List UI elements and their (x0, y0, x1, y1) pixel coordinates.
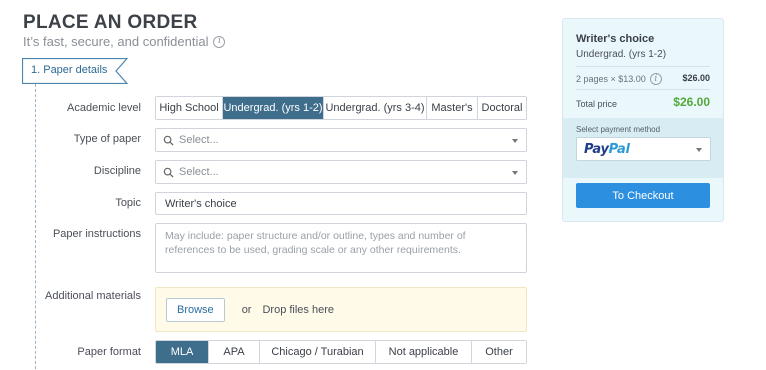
browse-button[interactable]: Browse (166, 297, 225, 322)
discipline-label: Discipline (93, 165, 141, 177)
chevron-down-icon (512, 171, 518, 175)
summary-total-label: Total price (576, 99, 618, 109)
academic-level-option-doctoral[interactable]: Doctoral (478, 97, 526, 119)
academic-level-option-masters[interactable]: Master's (427, 97, 478, 119)
paper-format-option-not-applicable[interactable]: Not applicable (376, 341, 472, 363)
discipline-select[interactable]: Select... (155, 160, 527, 184)
paper-format-option-other[interactable]: Other (472, 341, 526, 363)
info-icon[interactable]: i (213, 35, 226, 48)
step-tab-paper-details[interactable]: 1. Paper details (22, 58, 128, 84)
chevron-down-icon (696, 148, 702, 152)
info-icon[interactable]: i (649, 73, 662, 85)
paper-format-option-mla[interactable]: MLA (156, 341, 209, 363)
payment-method-section: Select payment method PayPal (563, 118, 723, 178)
payment-method-label: Select payment method (576, 125, 661, 134)
topic-input[interactable]: Writer's choice (155, 192, 527, 215)
academic-level-selector: High School Undergrad. (yrs 1-2) Undergr… (155, 96, 527, 120)
summary-divider (576, 66, 710, 67)
academic-level-option-undergrad-3-4[interactable]: Undergrad. (yrs 3-4) (324, 97, 427, 119)
type-of-paper-placeholder: Select... (179, 134, 219, 146)
paper-format-selector: MLA APA Chicago / Turabian Not applicabl… (155, 340, 527, 364)
chevron-down-icon (512, 139, 518, 143)
additional-materials-label: Additional materials (45, 290, 141, 302)
discipline-placeholder: Select... (179, 166, 219, 178)
dropzone-or-text: or (241, 303, 252, 316)
step-label: 1. Paper details (31, 64, 108, 76)
search-icon (163, 135, 174, 146)
topic-label: Topic (115, 197, 141, 209)
file-dropzone[interactable]: Browse or Drop files here (155, 287, 527, 332)
summary-title: Writer's choice (576, 33, 655, 45)
type-of-paper-label: Type of paper (73, 133, 141, 145)
page-subtitle: It’s fast, secure, and confidential i (23, 34, 226, 49)
paper-format-label: Paper format (77, 346, 141, 358)
academic-level-option-high-school[interactable]: High School (156, 97, 223, 119)
summary-academic-level: Undergrad. (yrs 1-2) (576, 49, 667, 60)
summary-pages-text: 2 pages × $13.00 (576, 74, 646, 84)
payment-method-select[interactable]: PayPal (576, 137, 711, 161)
checkout-button[interactable]: To Checkout (576, 183, 710, 208)
summary-total-price: $26.00 (673, 95, 710, 109)
page-title: PLACE AN ORDER (23, 12, 198, 33)
order-summary-card: Writer's choice Undergrad. (yrs 1-2) 2 p… (562, 18, 724, 222)
type-of-paper-select[interactable]: Select... (155, 128, 527, 152)
academic-level-option-undergrad-1-2[interactable]: Undergrad. (yrs 1-2) (223, 97, 324, 119)
page-subtitle-text: It’s fast, secure, and confidential (23, 34, 209, 49)
summary-pages-total: $26.00 (682, 73, 710, 83)
paper-instructions-label: Paper instructions (52, 228, 141, 240)
summary-divider (576, 89, 710, 90)
summary-pages-row: 2 pages × $13.00 i (576, 73, 662, 85)
paper-format-option-chicago[interactable]: Chicago / Turabian (260, 341, 376, 363)
paypal-logo: PayPal (584, 141, 630, 157)
academic-level-label: Academic level (67, 102, 141, 114)
paper-format-option-apa[interactable]: APA (209, 341, 260, 363)
paper-instructions-textarea[interactable]: May include: paper structure and/or outl… (155, 223, 527, 273)
search-icon (163, 167, 174, 178)
step-timeline (35, 84, 36, 370)
dropzone-hint: Drop files here (262, 303, 335, 316)
